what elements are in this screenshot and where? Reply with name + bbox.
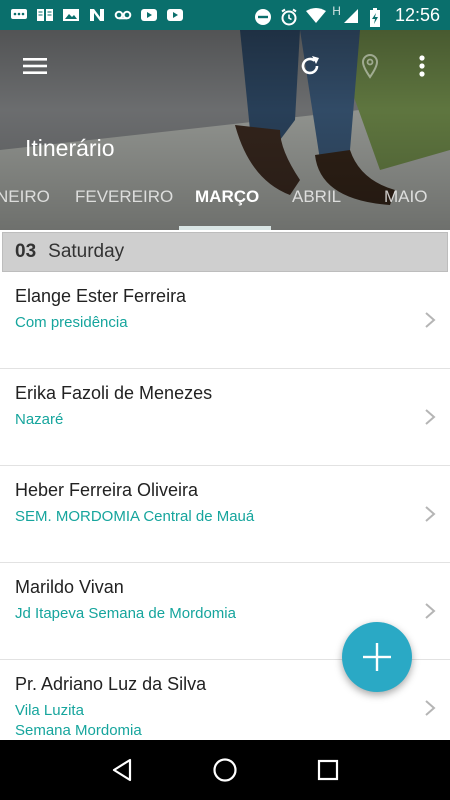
item-location: Jd Itapeva Semana de Mordomia: [15, 605, 236, 622]
chevron-right-icon: [425, 312, 436, 328]
back-button[interactable]: [102, 750, 142, 790]
plus-icon: [363, 643, 391, 671]
youtube-icon: [140, 8, 158, 22]
image-icon: [62, 8, 80, 22]
status-bar: H 12:56: [0, 0, 450, 30]
item-location: SEM. MORDOMIA Central de Mauá: [15, 508, 255, 525]
system-navigation-bar: [0, 740, 450, 800]
recents-square-icon: [318, 759, 339, 781]
item-name: Heber Ferreira Oliveira: [15, 480, 199, 500]
chevron-right-icon: [425, 409, 436, 425]
more-vert-icon: [419, 55, 425, 77]
day-header: 03 Saturday: [2, 232, 448, 272]
item-name: Erika Fazoli de Menezes: [15, 383, 213, 403]
home-circle-icon: [213, 758, 237, 782]
tab-janeiro[interactable]: NEIRO: [0, 185, 50, 225]
chat-icon: [10, 8, 28, 22]
tab-marco[interactable]: MARÇO: [195, 185, 259, 225]
signal-icon: [343, 8, 361, 23]
notification-icons: [10, 8, 184, 22]
location-pin-icon: [361, 54, 379, 79]
tab-abril[interactable]: ABRIL: [292, 185, 341, 225]
home-button[interactable]: [205, 750, 245, 790]
item-location: Nazaré: [15, 411, 64, 428]
day-weekday: Saturday: [48, 241, 125, 262]
item-name: Pr. Adriano Luz da Silva: [15, 674, 207, 694]
item-name: Elange Ester Ferreira: [15, 286, 187, 306]
item-location: Vila Luzita: [15, 702, 84, 719]
list-item[interactable]: Heber Ferreira Oliveira SEM. MORDOMIA Ce…: [0, 466, 450, 563]
hamburger-menu-icon: [23, 58, 47, 74]
n-icon: [88, 8, 106, 22]
more-options-button[interactable]: [404, 48, 440, 84]
page-title: Itinerário: [25, 135, 115, 161]
chevron-right-icon: [425, 603, 436, 619]
system-icons: H 12:56: [254, 4, 440, 27]
back-triangle-icon: [112, 758, 131, 782]
clock-time: 12:56: [394, 4, 440, 25]
menu-button[interactable]: [17, 48, 53, 84]
wifi-icon: [306, 8, 327, 23]
item-name: Marildo Vivan: [15, 577, 124, 597]
alarm-icon: [280, 8, 298, 26]
tab-maio[interactable]: MAIO: [384, 185, 427, 225]
month-tabs: NEIRO FEVEREIRO MARÇO ABRIL MAIO: [0, 185, 450, 230]
refresh-button[interactable]: [292, 48, 328, 84]
do-not-disturb-icon: [254, 8, 272, 25]
item-event: Semana Mordomia: [15, 722, 142, 739]
location-button[interactable]: [352, 48, 388, 84]
recents-button[interactable]: [308, 750, 348, 790]
youtube-icon: [166, 8, 184, 22]
chevron-right-icon: [425, 506, 436, 522]
item-location: Com presidência: [15, 314, 128, 331]
add-button[interactable]: [342, 622, 412, 692]
network-type-label: H: [332, 4, 341, 18]
list-item[interactable]: Elange Ester Ferreira Com presidência: [0, 272, 450, 369]
voicemail-icon: [114, 8, 132, 22]
refresh-icon: [301, 56, 319, 75]
tab-fevereiro[interactable]: FEVEREIRO: [75, 185, 173, 225]
toolbar: [0, 48, 450, 84]
day-number: 03: [15, 241, 37, 262]
battery-icon: [369, 8, 381, 27]
book-icon: [36, 8, 54, 22]
chevron-right-icon: [425, 700, 436, 716]
list-item[interactable]: Erika Fazoli de Menezes Nazaré: [0, 369, 450, 466]
app-header: Itinerário NEIRO FEVEREIRO MARÇO ABRIL M…: [0, 30, 450, 230]
